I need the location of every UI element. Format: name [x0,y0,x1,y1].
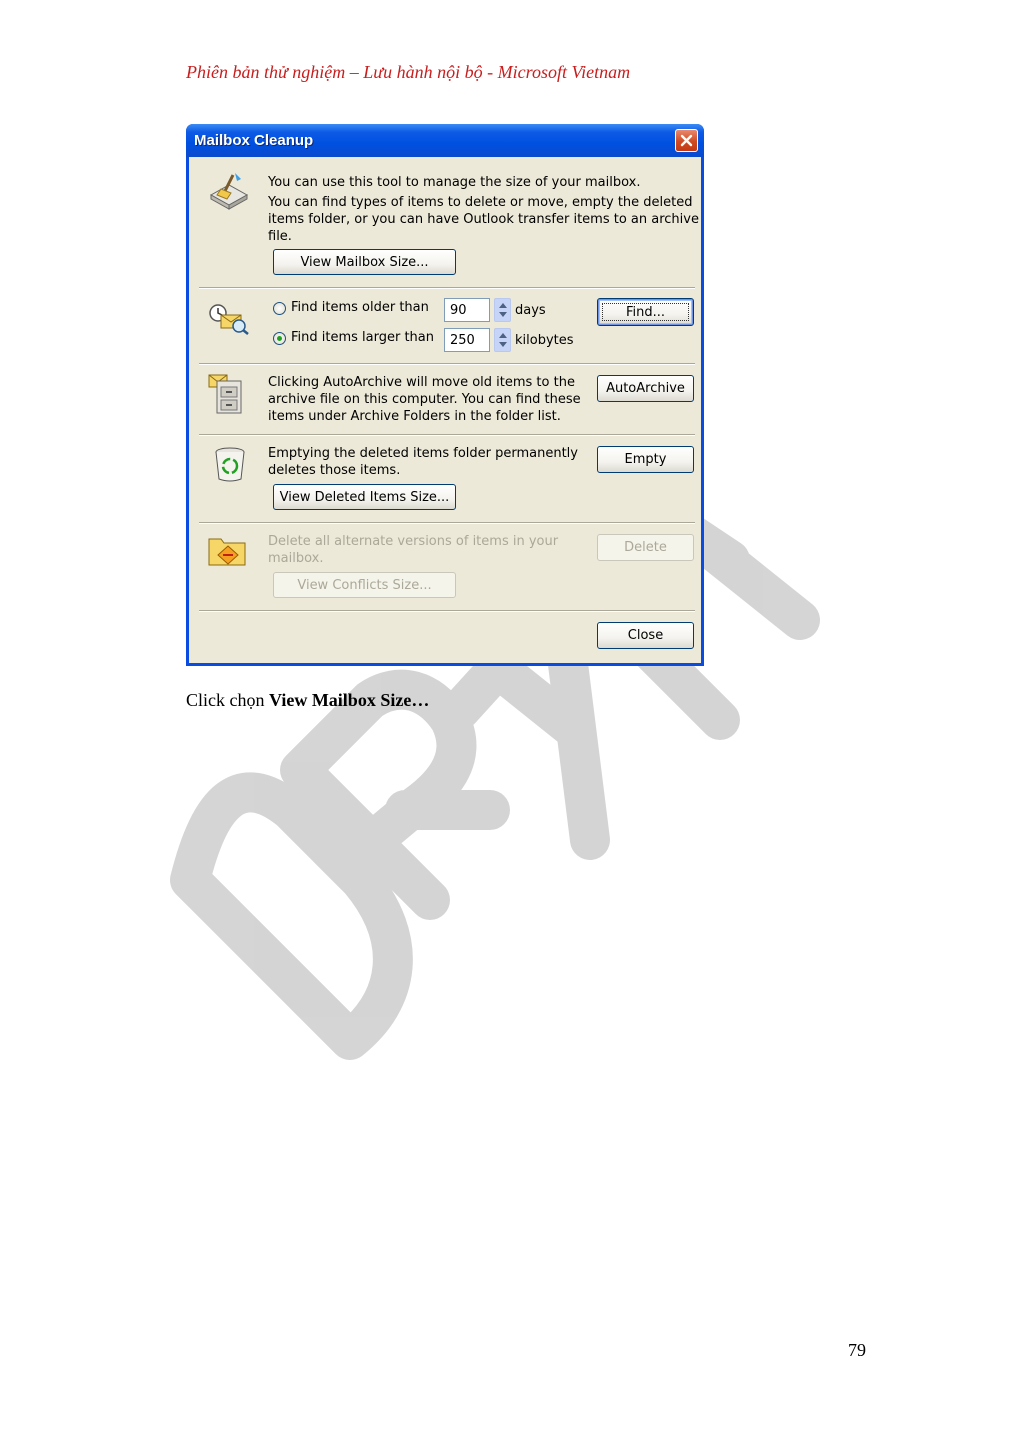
find-button[interactable]: Find... [597,298,694,326]
intro-line: items folder, or you can have Outlook tr… [268,212,699,227]
autoarchive-text: Clicking AutoArchive will move old items… [268,374,581,425]
header-note: Phiên bản thử nghiệm – Lưu hành nội bộ -… [186,62,631,82]
intro-line: file. [268,229,292,244]
caption: Click chọn View Mailbox Size… [186,690,429,711]
focus-ring [602,303,689,321]
deleted-line: deletes those items. [268,463,401,478]
caption-bold: View Mailbox Size… [269,690,430,710]
autoarchive-line: items under Archive Folders in the folde… [268,409,561,424]
close-icon[interactable] [675,129,698,152]
close-button[interactable]: Close [597,622,694,649]
button-label: View Conflicts Size... [297,577,432,593]
recycle-bin-icon [213,445,247,487]
intro-line: You can use this tool to manage the size… [268,175,641,190]
archive-cabinet-icon [207,371,247,419]
kilobytes-unit: kilobytes [515,333,574,348]
separator [199,434,695,436]
view-deleted-items-size-button[interactable]: View Deleted Items Size... [273,484,456,510]
view-conflicts-size-button: View Conflicts Size... [273,572,456,598]
page-number: 79 [848,1340,866,1360]
older-than-days-input[interactable] [444,298,490,322]
spin-up-icon[interactable] [499,303,507,308]
larger-than-kb-input[interactable] [444,328,490,352]
button-label: Empty [624,452,667,467]
conflict-folder-icon [207,531,249,573]
find-items-icon [207,299,251,339]
caption-prefix: Click chọn [186,690,269,710]
deleted-line: Emptying the deleted items folder perman… [268,446,578,461]
autoarchive-button[interactable]: AutoArchive [597,375,694,402]
radio-selected-dot [277,336,282,341]
empty-button[interactable]: Empty [597,446,694,473]
view-mailbox-size-button[interactable]: View Mailbox Size... [273,249,456,275]
older-than-label: Find items older than [291,300,429,315]
autoarchive-line: Clicking AutoArchive will move old items… [268,375,575,390]
separator [199,287,695,289]
dialog-title: Mailbox Cleanup [194,132,314,149]
button-label: View Deleted Items Size... [279,489,450,505]
delete-button: Delete [597,534,694,561]
conflicts-line: mailbox. [268,551,324,566]
days-unit: days [515,303,546,318]
mailbox-broom-icon [207,171,251,215]
separator [199,522,695,524]
separator [199,363,695,365]
conflicts-text: Delete all alternate versions of items i… [268,533,558,567]
larger-than-spinner[interactable] [494,328,511,352]
larger-than-label: Find items larger than [291,330,435,345]
button-label: Delete [624,540,667,555]
spin-down-icon[interactable] [499,342,507,347]
spin-down-icon[interactable] [499,312,507,317]
title-bar[interactable]: Mailbox Cleanup [186,124,704,157]
button-label: AutoArchive [606,381,685,396]
older-than-spinner[interactable] [494,298,511,322]
mailbox-cleanup-dialog: Mailbox Cleanup You can use this tool to… [186,124,704,666]
older-than-radio[interactable] [273,302,286,315]
separator [199,610,695,612]
button-label: View Mailbox Size... [300,254,429,270]
autoarchive-line: archive file on this computer. You can f… [268,392,581,407]
conflicts-line: Delete all alternate versions of items i… [268,534,559,549]
intro-text: You can use this tool to manage the size… [268,174,699,245]
intro-line: You can find types of items to delete or… [268,195,693,210]
deleted-text: Emptying the deleted items folder perman… [268,445,578,479]
button-label: Close [627,628,664,643]
spin-up-icon[interactable] [499,333,507,338]
larger-than-radio[interactable] [273,332,286,345]
